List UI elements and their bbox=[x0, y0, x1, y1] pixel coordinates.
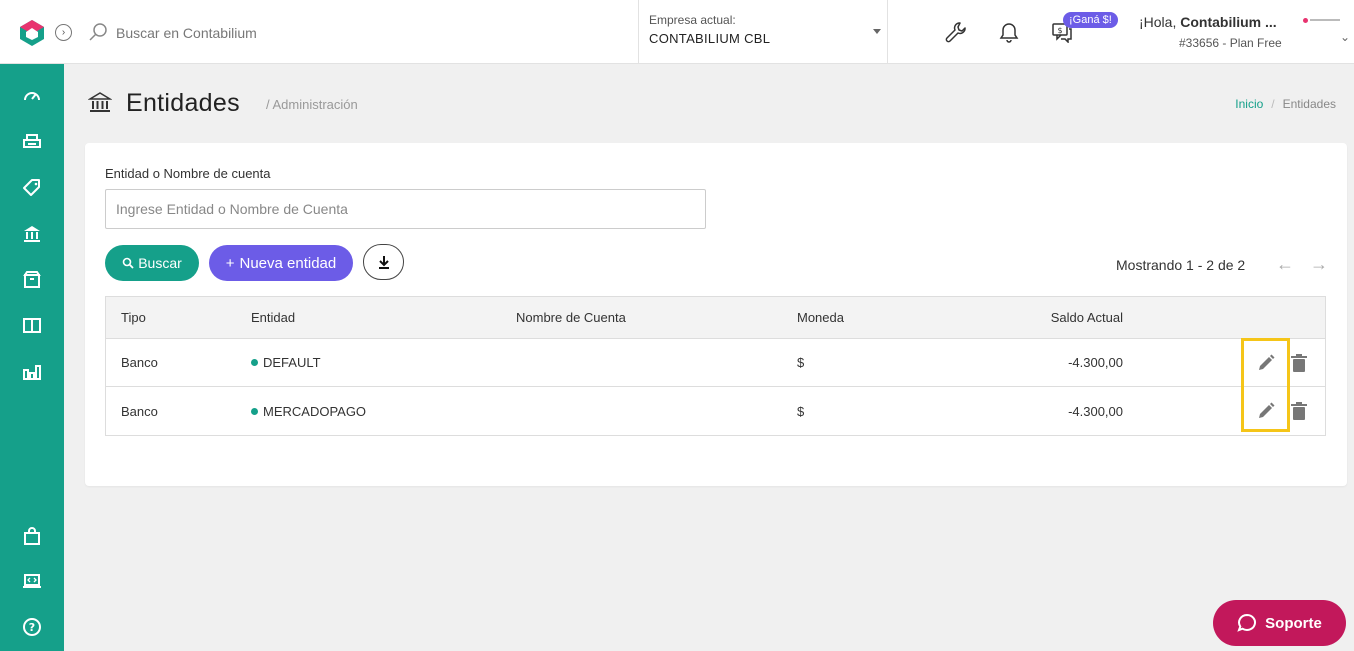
book-icon bbox=[23, 318, 41, 333]
help-icon: ? bbox=[23, 618, 41, 636]
buscar-label: Buscar bbox=[138, 255, 182, 271]
page-subtitle: / Administración bbox=[266, 97, 358, 112]
sidebar: ? bbox=[0, 64, 64, 651]
greeting-text: ¡Hola, bbox=[1139, 14, 1177, 30]
table-row: Banco MERCADOPAGO $ -4.300,00 bbox=[106, 387, 1325, 435]
cell-moneda: $ bbox=[797, 355, 805, 370]
soporte-button[interactable]: Soporte bbox=[1213, 600, 1346, 646]
dashboard-icon bbox=[24, 92, 40, 101]
soporte-label: Soporte bbox=[1265, 614, 1322, 632]
arrow-right-icon[interactable]: → bbox=[1310, 254, 1328, 275]
plan-info: #33656 - Plan Free bbox=[1179, 36, 1282, 50]
chevron-down-icon[interactable]: ⌄ bbox=[1340, 30, 1350, 44]
svg-text:$: $ bbox=[1057, 26, 1062, 35]
header-entidad[interactable]: Entidad bbox=[251, 297, 295, 338]
cell-entidad: MERCADOPAGO bbox=[251, 387, 366, 435]
laptop-code-icon bbox=[23, 574, 41, 588]
company-selector[interactable]: Empresa actual: CONTABILIUM CBL bbox=[638, 0, 888, 64]
cell-entidad: DEFAULT bbox=[251, 339, 321, 386]
entidad-name: DEFAULT bbox=[263, 355, 321, 370]
header-tipo[interactable]: Tipo bbox=[121, 297, 146, 338]
trash-icon[interactable] bbox=[1290, 401, 1308, 421]
sidebar-item-reports[interactable] bbox=[20, 360, 44, 384]
svg-text:?: ? bbox=[29, 621, 35, 634]
header-saldo-actual[interactable]: Saldo Actual bbox=[1051, 297, 1123, 338]
page-title: Entidades bbox=[126, 89, 240, 117]
header-moneda[interactable]: Moneda bbox=[797, 297, 844, 338]
sidebar-item-integrations[interactable] bbox=[20, 569, 44, 593]
status-dot bbox=[251, 359, 258, 366]
contabilium-logo[interactable] bbox=[18, 19, 46, 47]
bell-icon[interactable] bbox=[998, 21, 1020, 43]
status-dot bbox=[251, 407, 258, 415]
sidebar-item-dashboard[interactable] bbox=[20, 84, 44, 108]
header-nombre-cuenta[interactable]: Nombre de Cuenta bbox=[516, 297, 626, 338]
breadcrumb: Inicio / Entidades bbox=[1235, 97, 1336, 111]
trash-icon[interactable] bbox=[1290, 353, 1308, 373]
nueva-entidad-label: Nueva entidad bbox=[239, 254, 337, 272]
collapse-sidebar-icon[interactable]: › bbox=[55, 24, 72, 41]
top-bar: › Empresa actual: CONTABILIUM CBL $ ¡Gan… bbox=[0, 0, 1354, 64]
sidebar-item-store[interactable] bbox=[20, 524, 44, 548]
bar-chart-icon bbox=[23, 365, 41, 380]
chat-bubble-icon bbox=[1237, 613, 1257, 632]
global-search-input[interactable] bbox=[116, 22, 616, 44]
wrench-icon[interactable] bbox=[944, 21, 966, 43]
sidebar-item-accounting[interactable] bbox=[20, 314, 44, 338]
bank-icon bbox=[24, 226, 40, 242]
sidebar-item-entities[interactable] bbox=[20, 222, 44, 246]
company-name: CONTABILIUM CBL bbox=[649, 31, 771, 46]
shopping-bag-icon bbox=[24, 527, 40, 545]
company-label: Empresa actual: bbox=[649, 13, 736, 27]
plus-icon: + bbox=[225, 254, 235, 272]
search-icon bbox=[89, 23, 107, 41]
cell-tipo: Banco bbox=[121, 355, 158, 370]
breadcrumb-home-link[interactable]: Inicio bbox=[1235, 97, 1263, 111]
sidebar-item-help[interactable]: ? bbox=[20, 615, 44, 639]
tag-icon bbox=[23, 179, 40, 196]
entity-search-input[interactable] bbox=[105, 189, 706, 229]
nueva-entidad-button[interactable]: + Nueva entidad bbox=[209, 245, 353, 281]
company-logo-icon bbox=[1303, 17, 1343, 23]
buscar-button[interactable]: Buscar bbox=[105, 245, 199, 281]
pagination-info: Mostrando 1 - 2 de 2 bbox=[1116, 257, 1246, 273]
bank-icon bbox=[88, 92, 112, 112]
cell-saldo: -4.300,00 bbox=[1068, 355, 1123, 370]
breadcrumb-current: Entidades bbox=[1282, 97, 1336, 111]
sidebar-item-sales[interactable] bbox=[20, 130, 44, 154]
user-greeting[interactable]: ¡Hola, Contabilium ... bbox=[1139, 14, 1277, 30]
download-icon bbox=[378, 256, 389, 269]
arrow-left-icon[interactable]: ← bbox=[1276, 254, 1294, 275]
download-button[interactable] bbox=[363, 244, 404, 280]
search-icon bbox=[122, 257, 134, 269]
printer-icon bbox=[23, 134, 41, 148]
sidebar-item-products[interactable] bbox=[20, 176, 44, 200]
edit-highlight-box bbox=[1241, 338, 1290, 432]
entities-table: Tipo Entidad Nombre de Cuenta Moneda Sal… bbox=[105, 296, 1326, 436]
entities-card: Entidad o Nombre de cuenta Buscar + Nuev… bbox=[85, 143, 1347, 486]
user-name: Contabilium ... bbox=[1180, 14, 1277, 30]
gana-badge[interactable]: ¡Ganá $! bbox=[1063, 12, 1118, 28]
caret-down-icon bbox=[873, 29, 881, 34]
cell-moneda: $ bbox=[797, 403, 805, 419]
table-header: Tipo Entidad Nombre de Cuenta Moneda Sal… bbox=[106, 297, 1325, 339]
cell-tipo: Banco bbox=[121, 403, 158, 419]
breadcrumb-separator: / bbox=[1271, 97, 1275, 111]
box-icon bbox=[23, 271, 41, 288]
table-row: Banco DEFAULT $ -4.300,00 bbox=[106, 339, 1325, 387]
entity-search-label: Entidad o Nombre de cuenta bbox=[105, 166, 271, 181]
cell-saldo: -4.300,00 bbox=[1068, 403, 1123, 419]
entidad-name: MERCADOPAGO bbox=[263, 403, 367, 419]
sidebar-item-inventory[interactable] bbox=[20, 268, 44, 292]
